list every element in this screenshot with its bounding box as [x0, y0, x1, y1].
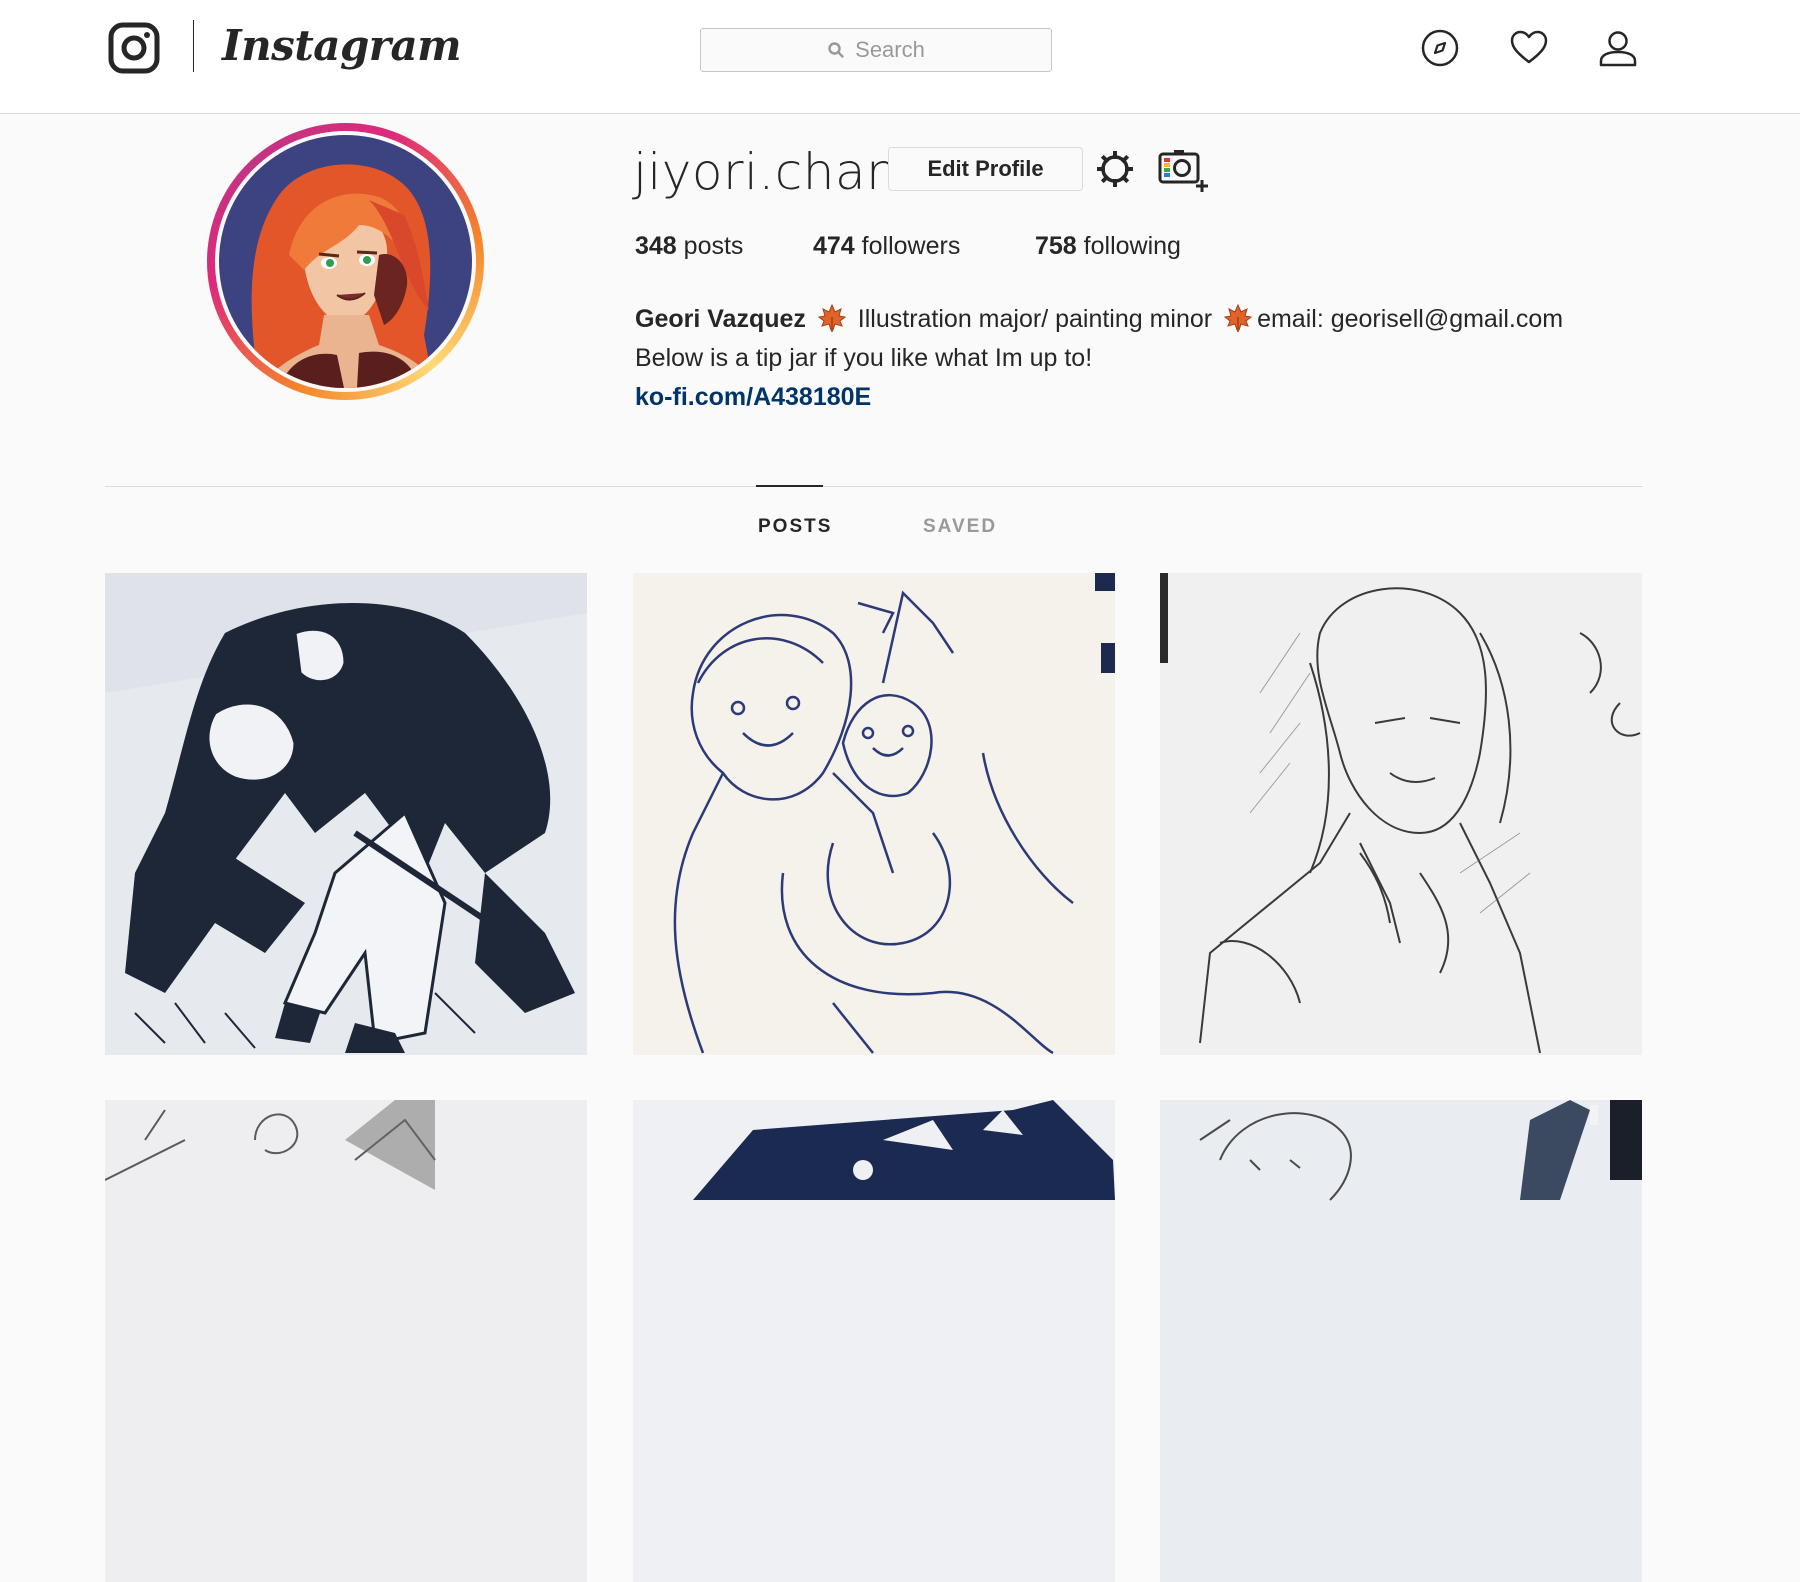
post-thumbnail[interactable] [633, 573, 1115, 1055]
bio-link[interactable]: ko-fi.com/A438180E [635, 378, 1785, 417]
post-thumbnail[interactable] [1160, 1100, 1642, 1582]
following-count: 758 [1035, 232, 1077, 260]
gear-icon[interactable] [1095, 149, 1135, 189]
search-placeholder: Search [855, 37, 925, 62]
profile-username: jiyori.chan [633, 143, 899, 201]
instagram-camera-icon[interactable] [108, 22, 160, 74]
instagram-wordmark[interactable]: Instagram [222, 14, 462, 78]
post-thumbnail[interactable] [633, 1100, 1115, 1582]
post-thumbnail[interactable] [105, 573, 587, 1055]
search-icon [828, 42, 844, 58]
profile-bio: Geori Vazquez Illustration major/ painti… [635, 300, 1785, 417]
post-thumbnail[interactable] [1160, 573, 1642, 1055]
top-navigation-bar: Instagram Search [0, 0, 1800, 114]
heart-icon[interactable] [1509, 28, 1549, 68]
tab-posts[interactable]: POSTS [758, 516, 832, 538]
posts-stat: 348 posts [635, 232, 743, 261]
bio-text-part1: Illustration major/ painting minor [857, 305, 1213, 333]
posts-count: 348 [635, 232, 677, 260]
maple-leaf-icon [817, 303, 847, 332]
posts-label: posts [683, 232, 744, 260]
followers-count: 474 [813, 232, 855, 260]
edit-profile-button[interactable]: Edit Profile [888, 147, 1083, 191]
avatar[interactable] [219, 135, 472, 388]
followers-label: followers [861, 232, 961, 260]
profile-icon[interactable] [1598, 28, 1638, 68]
maple-leaf-icon [1223, 303, 1253, 332]
following-stat[interactable]: 758 following [1035, 232, 1181, 261]
bio-text-part2: email: georisell@gmail.com [1257, 305, 1564, 333]
following-label: following [1083, 232, 1181, 260]
search-input[interactable]: Search [700, 28, 1052, 72]
bio-text-line2: Below is a tip jar if you like what Im u… [635, 344, 1093, 372]
post-thumbnail[interactable] [105, 1100, 587, 1582]
tab-saved[interactable]: SAVED [923, 516, 997, 538]
tabs-divider [105, 486, 1643, 487]
compass-icon[interactable] [1420, 28, 1460, 68]
add-photo-icon[interactable] [1158, 148, 1212, 192]
active-tab-indicator [756, 485, 823, 487]
bio-full-name: Geori Vazquez [635, 305, 806, 333]
followers-stat[interactable]: 474 followers [813, 232, 960, 261]
logo-divider [193, 20, 194, 72]
